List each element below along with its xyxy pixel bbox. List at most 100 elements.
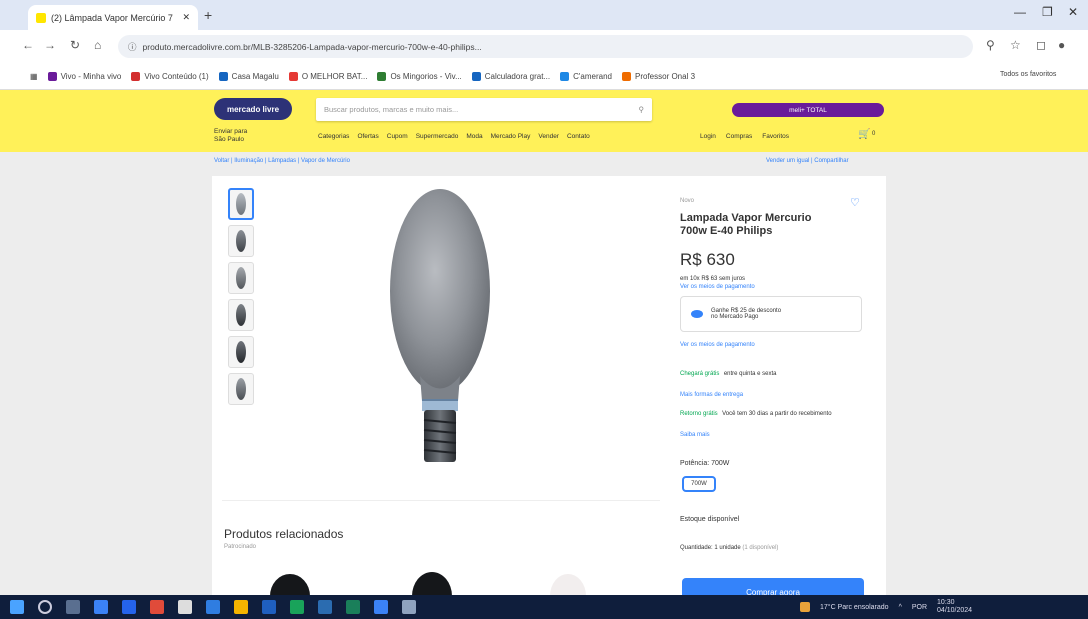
nav-link[interactable]: Moda xyxy=(466,133,482,140)
shipping-address[interactable]: Enviar para São Paulo xyxy=(214,128,247,144)
browser-tab[interactable]: (2) Lâmpada Vapor Mercúrio 7 ✕ xyxy=(28,5,198,30)
return-green: Retorno grátis xyxy=(680,411,718,417)
promo-banner[interactable]: meli+ TOTAL xyxy=(732,103,884,117)
bookmark-item[interactable]: Professor Onal 3 xyxy=(622,72,695,81)
bookmark-item[interactable]: Casa Magalu xyxy=(218,72,279,81)
user-nav-link[interactable]: Favoritos xyxy=(762,133,789,140)
potencia-label: Potência: 700W xyxy=(680,460,730,467)
zoom-icon[interactable]: ⚲ xyxy=(986,38,995,52)
related-product-image[interactable] xyxy=(540,560,596,618)
thumbnail[interactable] xyxy=(228,336,254,368)
user-nav-link[interactable]: Compras xyxy=(726,133,752,140)
bookmark-item[interactable]: Vivo Conteúdo (1) xyxy=(131,72,209,81)
search-icon[interactable]: ⚲ xyxy=(639,105,645,114)
profile-avatar[interactable]: ● xyxy=(1058,38,1065,52)
home-icon[interactable]: ⌂ xyxy=(94,38,101,52)
breadcrumb-actions[interactable]: Vender um igual | Compartilhar xyxy=(766,158,849,164)
app-icon[interactable] xyxy=(346,600,360,614)
extensions-icon[interactable]: ◻ xyxy=(1036,38,1046,52)
ml-logo[interactable]: mercado livre xyxy=(214,98,292,120)
app-icon[interactable] xyxy=(402,600,416,614)
favorite-heart-icon[interactable]: ♡ xyxy=(850,196,860,209)
search-icon[interactable] xyxy=(38,600,52,614)
breadcrumb[interactable]: Voltar | Iluminação | Lâmpadas | Vapor d… xyxy=(214,158,350,164)
bookmark-item[interactable]: C'amerand xyxy=(560,72,612,81)
bookmark-label: Professor Onal 3 xyxy=(635,72,696,81)
address-bar[interactable]: ⓘ produto.mercadolivre.com.br/MLB-328520… xyxy=(118,35,973,58)
clock[interactable]: 10:30 04/10/2024 xyxy=(937,599,972,615)
back-icon[interactable]: ← xyxy=(22,38,34,52)
app-icon[interactable] xyxy=(178,600,192,614)
new-tab-button[interactable]: + xyxy=(204,7,212,23)
thumbnail[interactable] xyxy=(228,225,254,257)
app-icon[interactable] xyxy=(318,600,332,614)
nav-link[interactable]: Categorias xyxy=(318,133,349,140)
product-image[interactable] xyxy=(360,186,650,486)
app-icon[interactable] xyxy=(150,600,164,614)
chrome-icon[interactable] xyxy=(234,600,248,614)
close-window-icon[interactable]: ✕ xyxy=(1068,5,1078,19)
shipping-more-link[interactable]: Mais formas de entrega xyxy=(680,392,743,398)
quantity-label: Quantidade: 1 unidade xyxy=(680,545,741,551)
weather-text[interactable]: 17°C Parc ensolarado xyxy=(820,604,889,611)
app-icon[interactable] xyxy=(290,600,304,614)
installments: em 10x R$ 63 sem juros xyxy=(680,276,746,282)
thumbnail-list xyxy=(228,188,254,405)
tray-chevron-icon[interactable]: ^ xyxy=(899,604,902,611)
maximize-icon[interactable]: ❐ xyxy=(1042,5,1053,19)
system-tray: 17°C Parc ensolarado ^ POR 10:30 04/10/2… xyxy=(800,598,972,616)
apps-grid-icon[interactable]: ▦ xyxy=(30,72,38,81)
mercado-pago-discount[interactable]: Ganhe R$ 25 de desconto no Mercado Pago xyxy=(680,296,862,332)
nav-link[interactable]: Supermercado xyxy=(416,133,459,140)
nav-link[interactable]: Cupom xyxy=(387,133,408,140)
search-input[interactable]: Buscar produtos, marcas e muito mais... … xyxy=(316,98,652,121)
app-icon[interactable] xyxy=(94,600,108,614)
bookmark-label: Calculadora grat... xyxy=(484,72,551,81)
installments-link[interactable]: Ver os meios de pagamento xyxy=(680,284,755,290)
app-icon[interactable] xyxy=(262,600,276,614)
thumbnail[interactable] xyxy=(228,262,254,294)
return-info: Retorno grátis Você tem 30 dias a partir… xyxy=(680,406,860,419)
nav-link[interactable]: Contato xyxy=(567,133,590,140)
potencia-option[interactable]: 700W xyxy=(682,476,716,492)
task-view-icon[interactable] xyxy=(66,600,80,614)
app-icon[interactable] xyxy=(122,600,136,614)
cart-icon[interactable]: 🛒 xyxy=(858,129,870,140)
minimize-icon[interactable]: — xyxy=(1014,5,1026,19)
nav-link[interactable]: Mercado Play xyxy=(491,133,531,140)
nav-link[interactable]: Vender xyxy=(538,133,559,140)
bookmark-item[interactable]: Calculadora grat... xyxy=(471,72,551,81)
bookmark-item[interactable]: O MELHOR BAT... xyxy=(288,72,368,81)
weather-icon xyxy=(800,602,810,612)
app-icon[interactable] xyxy=(374,600,388,614)
related-product-image[interactable] xyxy=(404,560,460,619)
reload-icon[interactable]: ↻ xyxy=(70,38,80,52)
related-product-image[interactable] xyxy=(262,560,318,618)
thumbnail[interactable] xyxy=(228,373,254,405)
quantity-selector[interactable]: Quantidade: 1 unidade (1 disponível) xyxy=(680,545,778,551)
all-bookmarks-link[interactable]: Todos os favoritos xyxy=(1000,71,1056,78)
bookmark-favicon-icon xyxy=(218,72,228,81)
return-text: Você tem 30 dias a partir do recebimento xyxy=(722,411,832,417)
payment-methods-link[interactable]: Ver os meios de pagamento xyxy=(680,342,755,348)
language-indicator[interactable]: POR xyxy=(912,604,927,611)
bookmark-label: Os Mingorios - Viv... xyxy=(390,72,462,81)
bookmark-item[interactable]: Vivo - Minha vivo xyxy=(47,72,121,81)
clock-time: 10:30 xyxy=(937,599,955,606)
close-tab-icon[interactable]: ✕ xyxy=(182,12,190,23)
windows-start-icon[interactable] xyxy=(10,600,24,614)
thumbnail[interactable] xyxy=(228,188,254,220)
app-icon[interactable] xyxy=(206,600,220,614)
bookmark-star-icon[interactable]: ☆ xyxy=(1010,38,1021,52)
nav-link[interactable]: Ofertas xyxy=(357,133,378,140)
bookmark-label: O MELHOR BAT... xyxy=(301,72,368,81)
bookmark-label: C'amerand xyxy=(573,72,612,81)
bookmark-favicon-icon xyxy=(560,72,570,81)
user-nav-link[interactable]: Login xyxy=(700,133,716,140)
bookmark-item[interactable]: Os Mingorios - Viv... xyxy=(377,72,462,81)
forward-icon[interactable]: → xyxy=(44,38,56,52)
site-info-icon[interactable]: ⓘ xyxy=(128,41,137,53)
url-text: produto.mercadolivre.com.br/MLB-3285206-… xyxy=(142,41,482,52)
thumbnail[interactable] xyxy=(228,299,254,331)
return-more-link[interactable]: Saiba mais xyxy=(680,432,710,438)
